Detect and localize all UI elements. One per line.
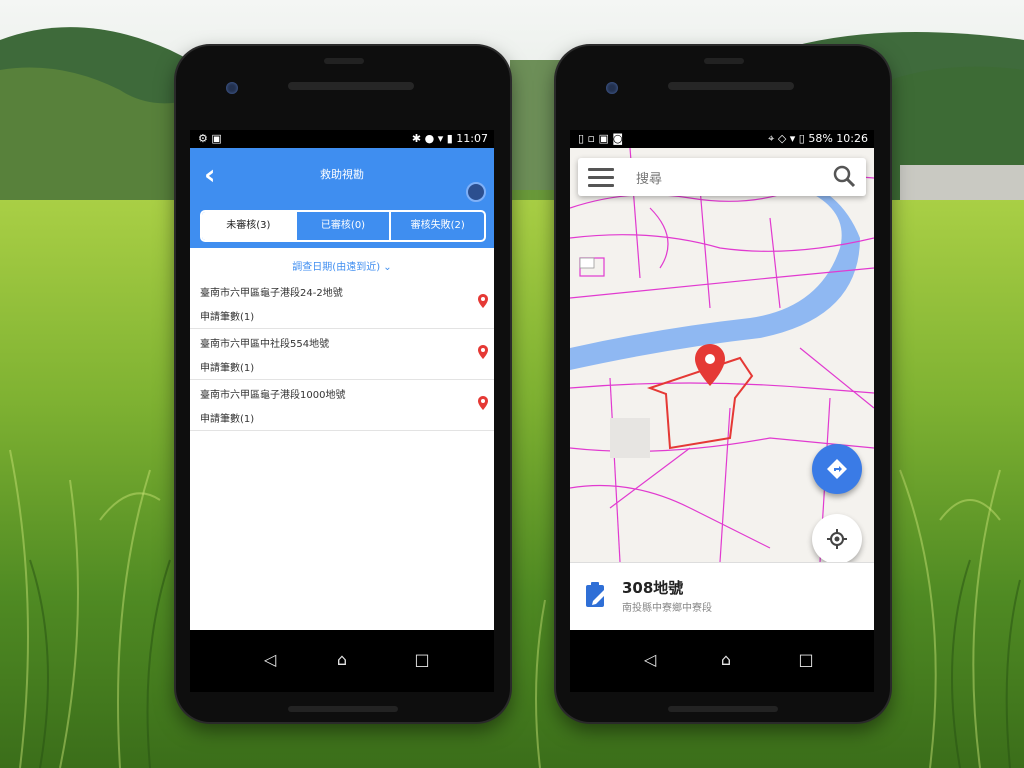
tab-failed[interactable]: 審核失敗(2) [391,212,484,240]
status-bar: ⚙ ▣ ✱ ● ▾ ▮ 11:07 [190,130,494,148]
page-title: 救助視勘 [320,168,364,181]
directions-icon [827,459,847,479]
bottom-slot [288,706,398,712]
chevron-down-icon: ⌄ [383,262,392,273]
android-nav-bar: ◁ ⌂ □ [570,630,874,692]
status-left-icons: ▯ ▫ ▣ ◙ [578,132,624,145]
navigate-button[interactable] [812,444,862,494]
item-count: 申請筆數(1) [200,312,255,323]
parcel-list: 臺南市六甲區龜子港段24-2地號 申請筆數(1) 臺南市六甲區中社段554地號 … [190,278,494,431]
tab-approved[interactable]: 已審核(0) [297,212,392,240]
map-pin-icon[interactable] [478,345,488,359]
clipboard-edit-icon [586,582,607,607]
list-item[interactable]: 臺南市六甲區龜子港段24-2地號 申請筆數(1) [190,278,494,329]
item-address: 臺南市六甲區龜子港段1000地號 [200,390,346,401]
my-location-button[interactable] [812,514,862,564]
parcel-info-sheet[interactable]: 308地號 南投縣中寮鄉中寮段 [570,562,874,630]
status-left-icons: ⚙ ▣ [198,132,222,145]
top-slot [324,58,364,64]
list-item[interactable]: 臺南市六甲區中社段554地號 申請筆數(1) [190,329,494,380]
search-input[interactable]: 搜尋 [636,168,662,187]
status-bar: ▯ ▫ ▣ ◙ ⌖ ◇ ▾ ▯ 58% 10:26 [570,130,874,148]
item-address: 臺南市六甲區中社段554地號 [200,339,330,350]
left-phone: ⚙ ▣ ✱ ● ▾ ▮ 11:07 ‹ 救助視勘 未審核(3) 已審核(0) 審… [176,46,510,722]
floating-dot-button[interactable] [466,182,486,202]
map-pin-icon[interactable] [478,396,488,410]
front-camera [606,82,618,94]
nav-home-icon[interactable]: ⌂ [716,650,736,669]
right-screen: ▯ ▫ ▣ ◙ ⌖ ◇ ▾ ▯ 58% 10:26 搜尋 308地號 南投縣中寮… [570,130,874,630]
map-canvas [570,147,874,563]
right-phone: ▯ ▫ ▣ ◙ ⌖ ◇ ▾ ▯ 58% 10:26 搜尋 308地號 南投縣中寮… [556,46,890,722]
android-nav-bar: ◁ ⌂ □ [190,630,494,692]
map-pin-icon[interactable] [478,294,488,308]
status-right-icons: ✱ ● ▾ ▮ [411,132,453,145]
nav-back-icon[interactable]: ◁ [640,650,660,669]
tab-pending[interactable]: 未審核(3) [202,212,297,240]
nav-recent-icon[interactable]: □ [412,650,432,669]
item-count: 申請筆數(1) [200,363,255,374]
nav-home-icon[interactable]: ⌂ [332,650,352,669]
front-camera [226,82,238,94]
map-search-bar: 搜尋 [578,158,866,196]
bottom-slot [668,706,778,712]
item-address: 臺南市六甲區龜子港段24-2地號 [200,288,343,299]
review-tabs: 未審核(3) 已審核(0) 審核失敗(2) [200,210,486,242]
status-right-icons: ⌖ ◇ ▾ ▯ [768,132,805,145]
item-count: 申請筆數(1) [200,414,255,425]
nav-back-icon[interactable]: ◁ [260,650,280,669]
hamburger-menu-icon[interactable] [588,168,614,192]
earpiece [668,82,794,90]
earpiece [288,82,414,90]
left-screen: ⚙ ▣ ✱ ● ▾ ▮ 11:07 ‹ 救助視勘 未審核(3) 已審核(0) 審… [190,130,494,630]
status-right: ✱ ● ▾ ▮ 11:07 [412,130,488,148]
crosshair-icon [827,529,847,549]
battery-level: 58% [808,132,833,145]
parcel-map[interactable]: 搜尋 [570,147,874,564]
parcel-title: 308地號 [622,579,684,597]
list-item[interactable]: 臺南市六甲區龜子港段1000地號 申請筆數(1) [190,380,494,431]
top-slot [704,58,744,64]
app-header: ‹ 救助視勘 未審核(3) 已審核(0) 審核失敗(2) [190,148,494,248]
search-icon[interactable] [832,164,856,188]
parcel-subtitle: 南投縣中寮鄉中寮段 [622,603,712,614]
status-right: ⌖ ◇ ▾ ▯ 58% 10:26 [768,130,868,148]
status-time: 10:26 [836,132,868,145]
sort-selector[interactable]: 調查日期(由遠到近) ⌄ [190,258,494,273]
nav-recent-icon[interactable]: □ [796,650,816,669]
sort-label: 調查日期(由遠到近) [292,262,381,273]
status-time: 11:07 [456,132,488,145]
